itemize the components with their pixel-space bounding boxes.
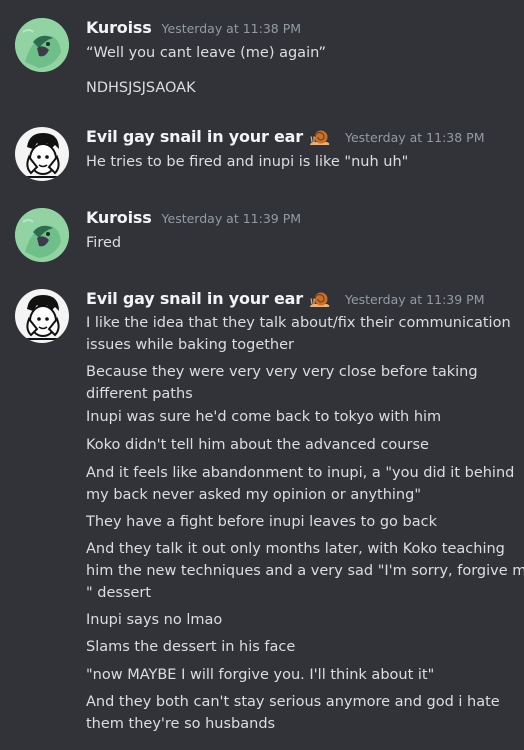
- message-text: Because they were very very very close b…: [86, 364, 478, 402]
- snail-user-avatar[interactable]: [15, 127, 69, 181]
- message-header: Kuroiss Yesterday at 11:39 PM: [86, 208, 301, 230]
- message-text: Inupi was sure he'd come back to tokyo w…: [86, 409, 442, 425]
- username[interactable]: Kuroiss: [86, 18, 152, 37]
- username[interactable]: Kuroiss: [86, 208, 152, 227]
- snail-user-avatar[interactable]: [15, 289, 69, 343]
- kuroiss-avatar[interactable]: [15, 18, 69, 72]
- timestamp[interactable]: Yesterday at 11:39 PM: [345, 292, 485, 307]
- message-text: "now MAYBE I will forgive you. I'll thin…: [86, 667, 435, 683]
- message-text: They have a fight before inupi leaves to…: [86, 514, 437, 530]
- message-text: Fired: [86, 235, 122, 251]
- timestamp[interactable]: Yesterday at 11:39 PM: [162, 211, 302, 226]
- message-text: He tries to be fired and inupi is like "…: [86, 154, 409, 170]
- message-text: I like the idea that they talk about/fix…: [86, 315, 511, 353]
- message-header: Evil gay snail in your ear Yesterday at …: [86, 289, 484, 311]
- snail-icon: [309, 291, 331, 309]
- snail-icon: [309, 129, 331, 147]
- kuroiss-avatar[interactable]: [15, 208, 69, 262]
- username[interactable]: Evil gay snail in your ear: [86, 289, 303, 308]
- message-text: And it feels like abandonment to inupi, …: [86, 465, 515, 503]
- message-text: “Well you cant leave (me) again”: [86, 45, 327, 61]
- message-text: Slams the dessert in his face: [86, 639, 296, 655]
- message-header: Evil gay snail in your ear Yesterday at …: [86, 127, 484, 149]
- message-header: Kuroiss Yesterday at 11:38 PM: [86, 18, 301, 40]
- username[interactable]: Evil gay snail in your ear: [86, 127, 303, 146]
- message-text: NDHSJSJSAOAK: [86, 80, 196, 96]
- message-text: And they talk it out only months later, …: [86, 541, 524, 601]
- timestamp[interactable]: Yesterday at 11:38 PM: [345, 130, 485, 145]
- message-text: Inupi says no lmao: [86, 612, 223, 628]
- message-text: And they both can't stay serious anymore…: [86, 694, 500, 732]
- timestamp[interactable]: Yesterday at 11:38 PM: [162, 21, 302, 36]
- message-text: Koko didn't tell him about the advanced …: [86, 437, 429, 453]
